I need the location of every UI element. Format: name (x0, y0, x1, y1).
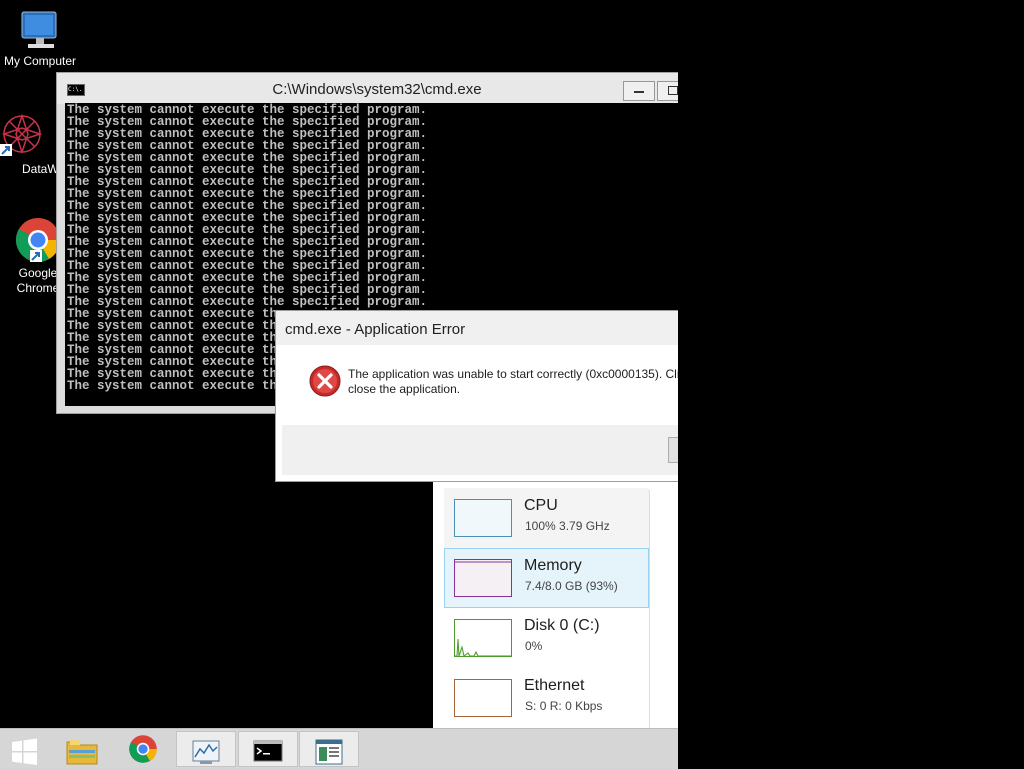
chrome-icon (16, 218, 60, 262)
taskbar-chrome[interactable] (113, 731, 173, 767)
cmd-titlebar[interactable]: C:\. C:\Windows\system32\cmd.exe (57, 73, 697, 104)
desktop-icon-label: My Computer (3, 54, 77, 68)
minimize-icon (634, 91, 644, 93)
error-dialog[interactable]: cmd.exe - Application Error The applicat… (275, 310, 700, 482)
desktop-icon-label: DataWago (22, 162, 79, 176)
error-message-line1: The application was unable to start corr… (348, 367, 678, 381)
file-explorer-icon (66, 740, 98, 765)
error-dialog-body: The application was unable to start corr… (276, 345, 679, 425)
perf-item-name: Ethernet (524, 677, 585, 694)
send-value: 0 (539, 699, 547, 713)
perf-item-name: Disk 0 (C:) (524, 617, 600, 634)
ethernet-graph (454, 679, 512, 717)
receive-label: R: (549, 699, 562, 713)
perf-item-value: 7.4/8.0 GB (93%) (525, 579, 618, 593)
error-icon (309, 365, 341, 397)
taskbar-performance-monitor[interactable] (176, 731, 236, 767)
offscreen-area (678, 0, 1024, 768)
error-dialog-title: cmd.exe - Application Error (285, 321, 466, 338)
datawago-icon (0, 113, 43, 156)
computer-icon (21, 11, 57, 48)
cpu-graph (454, 499, 512, 537)
error-dialog-footer (282, 425, 700, 475)
perf-item-value: 100% 3.79 GHz (525, 519, 610, 533)
maximize-icon (668, 86, 678, 95)
disk-graph (454, 619, 512, 657)
start-button[interactable] (0, 731, 60, 767)
perf-item-ethernet[interactable]: Ethernet S: 0 R: 0 Kbps (444, 668, 649, 728)
perf-item-value: S: 0 R: 0 Kbps (525, 699, 602, 713)
window-icon (315, 739, 343, 765)
performance-monitor-icon (192, 740, 220, 764)
taskbar-window[interactable] (299, 731, 359, 767)
desktop-icon-datawago[interactable]: DataWago (0, 112, 79, 177)
taskbar-file-explorer[interactable] (52, 731, 112, 767)
minimize-button[interactable] (623, 81, 655, 101)
cmd-window-title: C:\Windows\system32\cmd.exe (272, 81, 482, 98)
start-icon (12, 738, 37, 765)
cmd-icon (253, 740, 283, 762)
perf-item-value: 0% (525, 639, 543, 653)
chrome-icon (129, 735, 157, 763)
receive-value: 0 Kbps (565, 699, 603, 713)
perf-item-memory[interactable]: Memory 7.4/8.0 GB (93%) (444, 548, 649, 608)
send-label: S: (525, 699, 537, 713)
task-manager-performance-panel: CPU 100% 3.79 GHz Memory 7.4/8.0 GB (93%… (433, 478, 678, 730)
error-message-line2: close the application. (348, 382, 461, 396)
perf-item-cpu[interactable]: CPU 100% 3.79 GHz (444, 488, 649, 548)
memory-graph (454, 559, 512, 597)
perf-item-name: Memory (524, 557, 582, 574)
desktop-icon-my-computer[interactable]: My Computer (0, 8, 80, 69)
divider (649, 490, 650, 730)
taskbar (0, 728, 678, 769)
perf-item-disk[interactable]: Disk 0 (C:) 0% (444, 608, 649, 668)
taskbar-cmd[interactable] (238, 731, 298, 767)
error-message: The application was unable to start corr… (348, 367, 678, 397)
error-dialog-titlebar[interactable]: cmd.exe - Application Error (276, 311, 679, 345)
perf-item-name: CPU (524, 497, 558, 514)
